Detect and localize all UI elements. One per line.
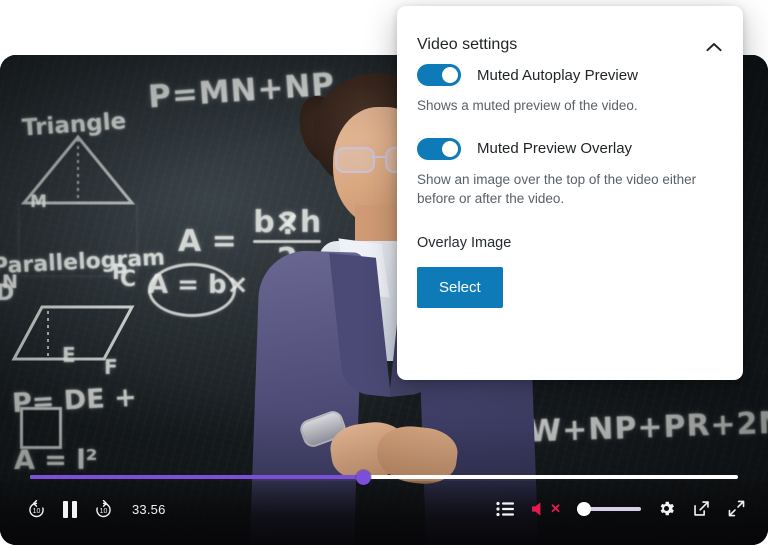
pop-out-icon[interactable] <box>692 499 711 518</box>
toggle-muted-preview-overlay[interactable] <box>417 137 461 160</box>
toggle-knob <box>442 67 458 83</box>
pause-icon[interactable] <box>61 500 79 519</box>
screenshot-stage: Triangle P=MN+NP M N P A = b×h 2 ? P <box>0 0 768 551</box>
mute-cross-icon: ✕ <box>550 501 561 516</box>
video-settings-panel[interactable]: Video settings Muted Autoplay Preview Sh… <box>397 6 743 380</box>
volume-slider[interactable] <box>577 501 641 516</box>
panel-title: Video settings <box>417 36 518 53</box>
setting-muted-preview-overlay: Muted Preview Overlay Show an image over… <box>397 137 743 209</box>
right-controls-group: ✕ <box>496 499 746 518</box>
toggle-muted-autoplay-preview[interactable] <box>417 64 461 86</box>
setting-label: Muted Preview Overlay <box>477 140 633 158</box>
overlay-image-label: Overlay Image <box>417 234 512 251</box>
select-overlay-image-button[interactable]: Select <box>417 266 503 308</box>
progress-scrubber[interactable] <box>30 470 738 485</box>
setting-description: Shows a muted preview of the video. <box>417 98 638 113</box>
fullscreen-icon[interactable] <box>727 499 746 518</box>
panel-header: Video settings <box>397 6 743 64</box>
timestamp-label: 33.56 <box>132 502 166 517</box>
chevron-up-icon[interactable] <box>703 36 725 58</box>
playlist-icon[interactable] <box>496 501 515 517</box>
panel-body: Muted Autoplay Preview Shows a muted pre… <box>397 64 743 308</box>
video-control-bar[interactable]: 10 10 33.56 ✕ <box>0 470 768 545</box>
progress-played <box>30 475 363 479</box>
setting-description: Show an image over the top of the video … <box>417 171 697 207</box>
volume-handle[interactable] <box>577 501 591 516</box>
setting-muted-autoplay-preview: Muted Autoplay Preview Shows a muted pre… <box>397 64 743 116</box>
settings-gear-icon[interactable] <box>657 499 676 518</box>
left-controls-group: 10 10 33.56 <box>26 499 166 520</box>
progress-handle[interactable] <box>355 470 371 485</box>
rewind-10-icon[interactable]: 10 <box>26 499 47 520</box>
forward-10-icon[interactable]: 10 <box>93 499 114 520</box>
svg-text:10: 10 <box>100 508 108 515</box>
toggle-knob <box>442 140 458 157</box>
volume-mute-icon[interactable]: ✕ <box>531 501 561 517</box>
setting-label: Muted Autoplay Preview <box>477 66 638 84</box>
svg-text:10: 10 <box>33 508 41 515</box>
